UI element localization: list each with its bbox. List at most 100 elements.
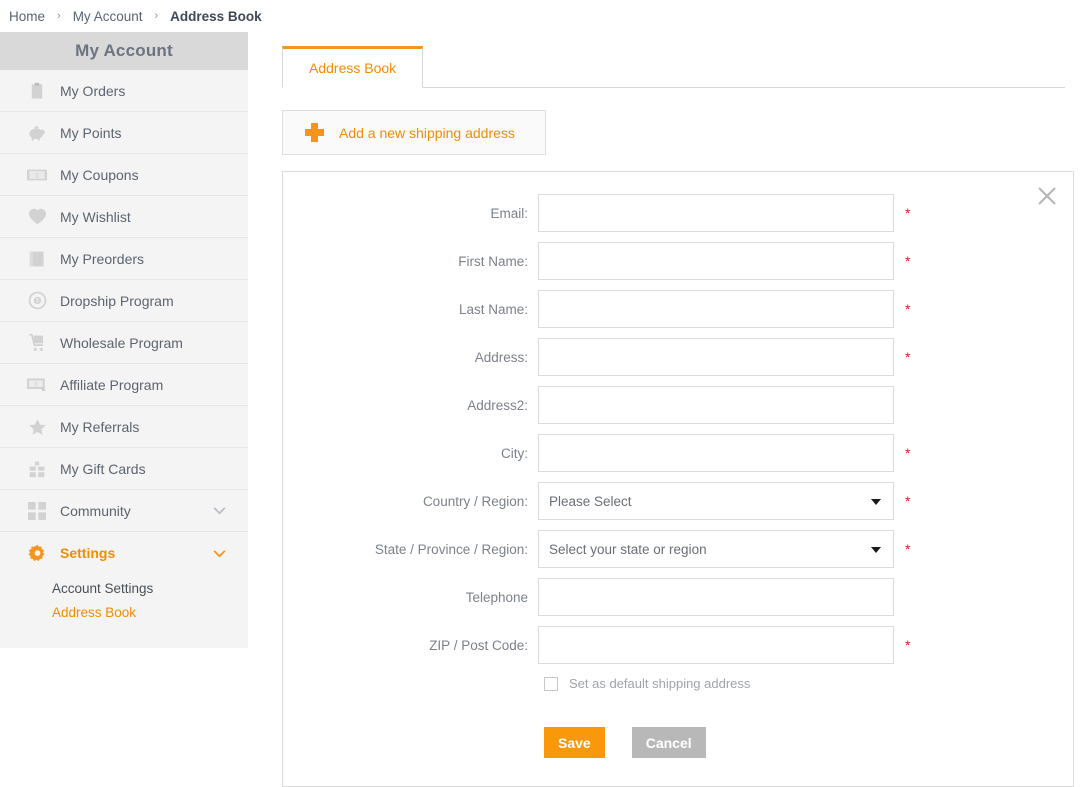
- default-shipping-checkbox-row: Set as default shipping address: [538, 676, 1073, 691]
- form-row: Country / Region: Please Select *: [283, 482, 1073, 520]
- tab-label: Address Book: [309, 60, 397, 76]
- form-field-wrap: [538, 242, 894, 280]
- sidebar-item-label: My Preorders: [60, 250, 145, 267]
- sidebar-item-my-orders[interactable]: My Orders: [0, 70, 248, 112]
- sidebar-item-label: Settings: [60, 545, 116, 561]
- form-field-label: Country / Region:: [422, 493, 528, 509]
- sidebar-item-label: My Referrals: [60, 418, 140, 435]
- form-action-buttons: Save Cancel: [544, 727, 1073, 758]
- sidebar-item-label: My Gift Cards: [60, 460, 146, 477]
- select-value: Please Select: [549, 493, 632, 509]
- form-field-wrap: Select your state or region: [538, 530, 894, 568]
- sidebar-item-dropship-program[interactable]: $ Dropship Program: [0, 280, 248, 322]
- sidebar-title: My Account: [0, 32, 248, 70]
- form-field-label: First Name:: [458, 253, 528, 269]
- sidebar-item-my-points[interactable]: My Points: [0, 112, 248, 154]
- shopping-cart-icon: [26, 332, 48, 354]
- form-field-wrap: Please Select: [538, 482, 894, 520]
- form-field-label: Last Name:: [458, 301, 528, 317]
- required-marker: *: [905, 493, 911, 509]
- form-field-label: Telephone: [465, 589, 528, 605]
- form-field-label: Email:: [490, 205, 528, 221]
- sidebar-subitem-account-settings[interactable]: Account Settings: [0, 576, 248, 600]
- form-row: Last Name: *: [283, 290, 1073, 328]
- country-region-select[interactable]: Please Select: [538, 482, 894, 520]
- telephone-input[interactable]: [538, 578, 894, 616]
- grid-icon: [26, 500, 48, 522]
- sidebar-item-my-preorders[interactable]: My Preorders: [0, 238, 248, 280]
- page-body: My Account My Orders My Points $ My Coupons…: [0, 32, 1082, 787]
- form-row: Address: *: [283, 338, 1073, 376]
- sidebar-subnav-list: Account Settings Address Book: [0, 574, 248, 630]
- tab-address-book[interactable]: Address Book: [282, 46, 424, 88]
- form-row: First Name: *: [283, 242, 1073, 280]
- address-input[interactable]: [538, 338, 894, 376]
- save-button[interactable]: Save: [544, 727, 605, 758]
- sidebar-item-label: Community: [60, 502, 131, 519]
- breadcrumb-item[interactable]: Home: [9, 9, 45, 24]
- heart-icon: [26, 206, 48, 228]
- first-name-input[interactable]: [538, 242, 894, 280]
- form-row: Email: *: [283, 194, 1073, 232]
- address2-input[interactable]: [538, 386, 894, 424]
- address-form-fields: Email: * First Name: * Last Name: * Address: * A…: [283, 194, 1073, 664]
- city-input[interactable]: [538, 434, 894, 472]
- breadcrumb: Home › My Account › Address Book: [0, 0, 1082, 32]
- default-shipping-checkbox[interactable]: [544, 676, 558, 691]
- sidebar-item-label: My Orders: [60, 82, 126, 99]
- book-icon: [26, 248, 48, 270]
- sidebar-item-label: My Coupons: [60, 166, 139, 183]
- sidebar-item-label: My Wishlist: [60, 208, 131, 225]
- cancel-button[interactable]: Cancel: [631, 727, 706, 758]
- dollar-circle-icon: $: [26, 290, 48, 312]
- sidebar-item-community[interactable]: Community: [0, 490, 248, 532]
- required-marker: *: [905, 301, 911, 317]
- star-icon: [26, 416, 48, 438]
- sidebar-item-my-referrals[interactable]: My Referrals: [0, 406, 248, 448]
- sidebar-subitem-address-book[interactable]: Address Book: [0, 600, 248, 624]
- main-content: Address Book Add a new shipping address …: [248, 32, 1082, 787]
- piggy-bank-icon: [26, 122, 48, 144]
- email-input[interactable]: [538, 194, 894, 232]
- breadcrumb-separator: ›: [154, 9, 159, 22]
- sidebar-item-wholesale-program[interactable]: Wholesale Program: [0, 322, 248, 364]
- gear-icon: [26, 542, 48, 564]
- form-field-wrap: [538, 626, 894, 664]
- chevron-down-icon: [871, 499, 881, 505]
- form-row: Address2:*: [283, 386, 1073, 424]
- sidebar-item-my-coupons[interactable]: $ My Coupons: [0, 154, 248, 196]
- sidebar: My Account My Orders My Points $ My Coupons…: [0, 32, 248, 648]
- sidebar-item-my-gift-cards[interactable]: My Gift Cards: [0, 448, 248, 490]
- form-row: ZIP / Post Code: *: [283, 626, 1073, 664]
- sidebar-item-label: Dropship Program: [60, 292, 174, 309]
- coupon-icon: $: [26, 164, 48, 186]
- required-marker: *: [905, 541, 911, 557]
- required-marker: *: [905, 637, 911, 653]
- clipboard-icon: [26, 80, 48, 102]
- sidebar-item-my-wishlist[interactable]: My Wishlist: [0, 196, 248, 238]
- form-row: City: *: [283, 434, 1073, 472]
- add-address-label: Add a new shipping address: [339, 124, 515, 141]
- zip-post-code-input[interactable]: [538, 626, 894, 664]
- breadcrumb-item[interactable]: My Account: [73, 9, 143, 24]
- chevron-down-icon[interactable]: [213, 504, 226, 517]
- select-value: Select your state or region: [549, 541, 707, 557]
- form-field-wrap: [538, 386, 894, 424]
- sidebar-item-affiliate-program[interactable]: $ Affiliate Program: [0, 364, 248, 406]
- add-new-shipping-address-button[interactable]: Add a new shipping address: [282, 110, 546, 155]
- chevron-down-icon: [871, 547, 881, 553]
- form-field-wrap: [538, 578, 894, 616]
- chevron-down-icon[interactable]: [213, 547, 226, 560]
- state-province-region-select[interactable]: Select your state or region: [538, 530, 894, 568]
- sidebar-item-label: Affiliate Program: [60, 376, 164, 393]
- breadcrumb-separator: ›: [57, 9, 61, 22]
- address-form-panel: Email: * First Name: * Last Name: * Address: * A…: [282, 171, 1074, 787]
- required-marker: *: [905, 349, 911, 365]
- last-name-input[interactable]: [538, 290, 894, 328]
- close-icon[interactable]: [1035, 184, 1059, 208]
- required-marker: *: [905, 253, 911, 269]
- sidebar-item-settings[interactable]: Settings: [0, 532, 248, 574]
- form-field-label: City:: [501, 445, 528, 461]
- plus-icon: [305, 123, 324, 142]
- form-field-label: Address2:: [467, 397, 528, 413]
